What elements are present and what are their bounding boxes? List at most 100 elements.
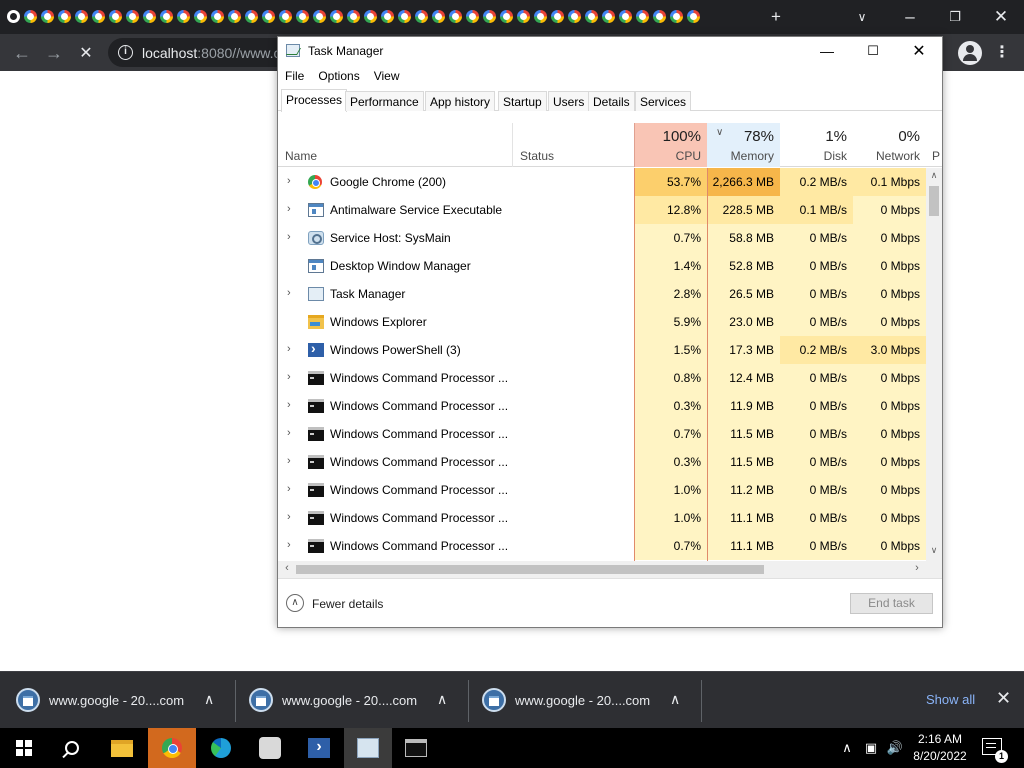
process-row[interactable]: Windows Explorer 5.9% 23.0 MB 0 MB/s 0 Mbps <box>278 308 926 336</box>
column-cpu[interactable]: 100% CPU <box>634 123 707 167</box>
browser-tab[interactable] <box>635 7 650 25</box>
tab-details[interactable]: Details <box>588 91 635 111</box>
expand-chevron-icon[interactable]: › <box>287 203 297 217</box>
process-row[interactable]: › Windows Command Processor ... 0.7% 11.5 M… <box>278 420 926 448</box>
browser-tab[interactable] <box>278 7 293 25</box>
taskbar-file-explorer[interactable] <box>98 728 146 768</box>
process-row[interactable]: › Windows Command Processor ... 0.7% 11.1 M… <box>278 532 926 560</box>
taskbar-cmd[interactable] <box>392 728 440 768</box>
expand-chevron-icon[interactable]: › <box>287 399 297 413</box>
minimize-browser-button[interactable]: – <box>896 4 924 30</box>
browser-tab[interactable] <box>142 7 157 25</box>
browser-tab[interactable] <box>6 7 21 25</box>
browser-tab[interactable] <box>584 7 599 25</box>
new-tab-button[interactable]: + <box>762 4 790 30</box>
tab-search-chevron-icon[interactable]: ∨ <box>848 4 876 30</box>
volume-icon[interactable]: 🔊 <box>884 728 906 768</box>
browser-tab[interactable] <box>448 7 463 25</box>
start-button[interactable] <box>0 728 48 768</box>
browser-tab[interactable] <box>482 7 497 25</box>
expand-chevron-icon[interactable]: › <box>287 287 297 301</box>
browser-tab[interactable] <box>244 7 259 25</box>
taskbar-edge[interactable] <box>197 728 245 768</box>
tab-app-history[interactable]: App history <box>425 91 496 111</box>
process-row[interactable]: › Windows Command Processor ... 0.8% 12.4 M… <box>278 364 926 392</box>
browser-tab[interactable] <box>465 7 480 25</box>
process-row[interactable]: › Service Host: SysMain 0.7% 58.8 MB 0 MB/s 0… <box>278 224 926 252</box>
browser-tab[interactable] <box>431 7 446 25</box>
close-button[interactable]: ✕ <box>896 37 942 65</box>
column-disk[interactable]: 1% Disk <box>780 123 853 167</box>
chevron-up-icon[interactable]: ∧ <box>204 691 214 708</box>
end-task-button[interactable]: End task <box>850 593 933 614</box>
column-memory[interactable]: ∨ 78% Memory <box>707 123 780 167</box>
network-icon[interactable]: ▣ <box>860 728 882 768</box>
taskbar-powershell[interactable]: › <box>295 728 343 768</box>
browser-tab[interactable] <box>295 7 310 25</box>
browser-tab[interactable] <box>329 7 344 25</box>
browser-tab[interactable] <box>210 7 225 25</box>
expand-chevron-icon[interactable]: › <box>287 455 297 469</box>
vertical-scroll-thumb[interactable] <box>929 186 939 216</box>
profile-avatar-icon[interactable] <box>958 41 982 65</box>
browser-tab[interactable] <box>346 7 361 25</box>
scroll-down-arrow-icon[interactable]: ∨ <box>926 545 942 559</box>
restore-browser-button[interactable]: ❐ <box>941 4 969 30</box>
expand-chevron-icon[interactable]: › <box>287 511 297 525</box>
forward-button[interactable]: → <box>41 40 67 66</box>
taskbar-task-manager[interactable] <box>344 728 392 768</box>
browser-tab[interactable] <box>108 7 123 25</box>
back-button[interactable]: ← <box>9 40 35 66</box>
browser-tab[interactable] <box>567 7 582 25</box>
browser-menu-icon[interactable]: ⋮ <box>994 42 1010 64</box>
process-row[interactable]: › Windows Command Processor ... 0.3% 11.9 M… <box>278 392 926 420</box>
browser-tab[interactable] <box>618 7 633 25</box>
browser-tab[interactable] <box>397 7 412 25</box>
process-row[interactable]: › Antimalware Service Executable 12.8% 228.… <box>278 196 926 224</box>
expand-chevron-icon[interactable]: › <box>287 371 297 385</box>
browser-tab[interactable] <box>686 7 701 25</box>
chevron-up-icon[interactable]: ∧ <box>670 691 680 708</box>
download-item[interactable]: www.google - 20....com ∧ <box>233 672 469 729</box>
close-downloads-icon[interactable]: ✕ <box>996 688 1011 709</box>
browser-tab[interactable] <box>176 7 191 25</box>
column-power[interactable]: P <box>926 123 942 167</box>
expand-chevron-icon[interactable]: › <box>287 343 297 357</box>
browser-tab[interactable] <box>601 7 616 25</box>
stop-loading-button[interactable]: ✕ <box>73 40 99 66</box>
browser-tab[interactable] <box>533 7 548 25</box>
vertical-scrollbar[interactable]: ∧ ∨ <box>926 168 942 561</box>
show-hidden-icons-chevron-icon[interactable]: ∧ <box>836 728 858 768</box>
chevron-up-circle-icon[interactable]: ∧ <box>286 594 304 612</box>
browser-tab[interactable] <box>261 7 276 25</box>
browser-tab[interactable] <box>669 7 684 25</box>
download-item[interactable]: www.google - 20....com ∧ <box>466 672 702 729</box>
process-row[interactable]: › Windows Command Processor ... 1.0% 11.1 M… <box>278 504 926 532</box>
horizontal-scroll-thumb[interactable] <box>296 565 764 574</box>
browser-tab[interactable] <box>550 7 565 25</box>
browser-tab[interactable] <box>57 7 72 25</box>
process-row[interactable]: › Windows PowerShell (3) 1.5%17.3 MB0.2 MB… <box>278 336 926 364</box>
browser-tab[interactable] <box>380 7 395 25</box>
show-all-downloads-link[interactable]: Show all <box>926 692 975 707</box>
menu-view[interactable]: View <box>367 65 407 87</box>
url-text[interactable]: localhost:8080//www.c <box>142 45 281 61</box>
browser-tab[interactable] <box>159 7 174 25</box>
tab-processes[interactable]: Processes <box>281 89 348 112</box>
fewer-details-link[interactable]: Fewer details <box>312 597 383 611</box>
tab-services[interactable]: Services <box>635 91 692 111</box>
tab-startup[interactable]: Startup <box>498 91 547 111</box>
column-status[interactable]: Status <box>513 123 634 167</box>
process-row[interactable]: Desktop Window Manager 1.4% 52.8 MB 0 MB/s 0… <box>278 252 926 280</box>
browser-tab[interactable] <box>23 7 38 25</box>
browser-tab[interactable] <box>40 7 55 25</box>
task-manager-titlebar[interactable]: Task Manager — ☐ ✕ <box>278 37 942 65</box>
process-row[interactable]: › Task Manager 2.8% 26.5 MB 0 MB/s 0 Mbps <box>278 280 926 308</box>
search-button[interactable] <box>48 728 96 768</box>
expand-chevron-icon[interactable]: › <box>287 483 297 497</box>
close-browser-button[interactable]: ✕ <box>987 4 1015 30</box>
column-network[interactable]: 0% Network <box>853 123 926 167</box>
taskbar-app[interactable] <box>246 728 294 768</box>
taskbar-chrome[interactable] <box>148 728 196 768</box>
browser-tab[interactable] <box>499 7 514 25</box>
